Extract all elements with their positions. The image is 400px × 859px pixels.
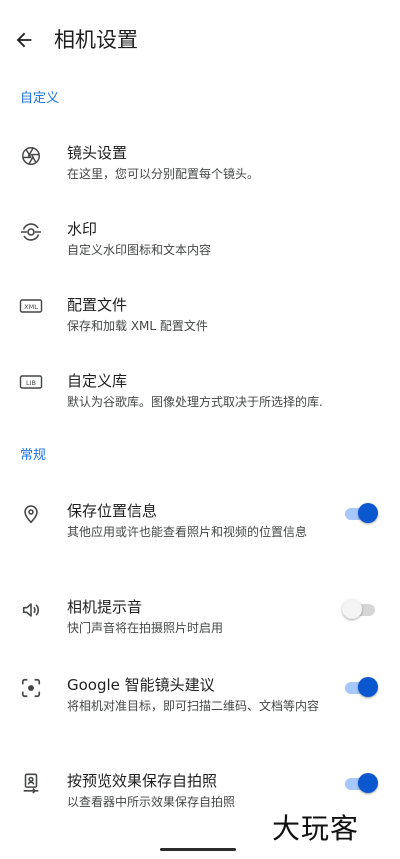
camera-sound-item[interactable]: 相机提示音 快门声音将在拍摄照片时启用 [0, 594, 400, 642]
selfie-preview-title: 按预览效果保存自拍照 [67, 772, 218, 790]
toggle-knob [358, 773, 378, 793]
gesture-navigation-bar[interactable] [160, 848, 236, 851]
save-location-item[interactable]: 保存位置信息 其他应用或许也能查看照片和视频的位置信息 [0, 498, 400, 564]
app-bar: 相机设置 [0, 0, 400, 80]
svg-text:LIB: LIB [26, 379, 36, 387]
selfie-preview-item[interactable]: 按预览效果保存自拍照 以查看器中所示效果保存自拍照 [0, 768, 400, 816]
xml-file-icon: XML [19, 294, 43, 318]
save-location-subtitle: 其他应用或许也能查看照片和视频的位置信息 [67, 525, 308, 539]
lens-settings-title: 镜头设置 [67, 144, 128, 162]
google-lens-toggle[interactable] [342, 676, 378, 698]
save-location-toggle[interactable] [342, 502, 378, 524]
toggle-knob [342, 599, 362, 619]
custom-library-title: 自定义库 [67, 372, 128, 390]
config-file-title: 配置文件 [67, 296, 128, 314]
watermark-item[interactable]: 水印 自定义水印图标和文本内容 [0, 216, 400, 264]
custom-library-subtitle: 默认为谷歌库。图像处理方式取决于所选择的库. [67, 395, 323, 409]
config-file-subtitle: 保存和加载 XML 配置文件 [67, 319, 208, 333]
page-title: 相机设置 [54, 28, 138, 52]
camera-sound-title: 相机提示音 [67, 598, 143, 616]
save-location-title: 保存位置信息 [67, 502, 158, 520]
library-icon: LIB [19, 370, 43, 394]
google-lens-title: Google 智能镜头建议 [67, 676, 215, 694]
selfie-preview-subtitle: 以查看器中所示效果保存自拍照 [67, 795, 236, 809]
camera-sound-toggle[interactable] [342, 598, 378, 620]
google-lens-icon [19, 676, 43, 700]
camera-sound-subtitle: 快门声音将在拍摄照片时启用 [67, 621, 224, 635]
section-header-custom: 自定义 [20, 91, 60, 106]
arrow-back-icon[interactable] [10, 26, 38, 54]
volume-icon [19, 598, 43, 622]
config-file-item[interactable]: XML 配置文件 保存和加载 XML 配置文件 [0, 292, 400, 340]
custom-library-item[interactable]: LIB 自定义库 默认为谷歌库。图像处理方式取决于所选择的库. [0, 368, 400, 416]
watermark-subtitle: 自定义水印图标和文本内容 [67, 243, 212, 257]
aperture-icon [19, 144, 43, 168]
lens-settings-subtitle: 在这里，您可以分别配置每个镜头。 [67, 167, 260, 181]
watermark-title: 水印 [67, 220, 98, 238]
selfie-preview-toggle[interactable] [342, 772, 378, 794]
toggle-knob [358, 503, 378, 523]
google-lens-item[interactable]: Google 智能镜头建议 将相机对准目标，即可扫描二维码、文档等内容 [0, 672, 400, 738]
watermark-logo-text: 大玩客 [272, 812, 360, 845]
lens-settings-item[interactable]: 镜头设置 在这里，您可以分别配置每个镜头。 [0, 140, 400, 188]
location-pin-icon [19, 502, 43, 526]
selfie-icon [19, 771, 43, 795]
svg-text:XML: XML [24, 303, 38, 311]
google-lens-subtitle: 将相机对准目标，即可扫描二维码、文档等内容 [67, 699, 320, 713]
toggle-knob [358, 677, 378, 697]
watermark-icon [19, 220, 43, 244]
section-header-general: 常规 [20, 448, 47, 463]
